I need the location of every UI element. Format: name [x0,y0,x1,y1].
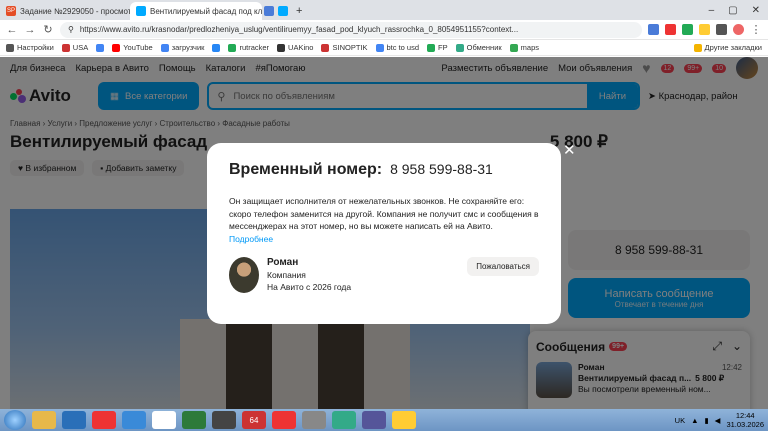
forward-icon[interactable]: → [24,24,36,36]
app-icon[interactable] [62,411,86,429]
profile-icon[interactable] [733,24,744,35]
close-icon[interactable]: ✕ [563,141,576,159]
seller-type: Компания [267,270,306,280]
yandex-icon[interactable] [152,411,176,429]
window-controls: – ▢ ✕ [701,0,768,20]
bookmark[interactable]: maps [509,43,539,52]
bookmark[interactable]: загрузчик [160,43,204,52]
bookmark[interactable] [96,43,105,52]
tab-favicon-icon [264,6,274,16]
bookmark-icon [6,43,14,52]
clock[interactable]: 12:44 31.03.2026 [726,411,764,429]
app8-icon[interactable] [392,411,416,429]
bookmark[interactable] [212,43,221,52]
bookmark-icon [228,43,237,52]
vk-icon [212,43,221,52]
start-button[interactable] [4,410,26,430]
bookmark[interactable]: UAKino [277,43,313,52]
network-icon[interactable] [122,411,146,429]
folder-icon [693,43,702,52]
bookmark-icon [455,43,464,52]
extension-icon[interactable] [716,24,727,35]
app-64-icon[interactable]: 64 [242,411,266,429]
temporary-phone-number[interactable]: 8 958 599-88-31 [390,161,493,177]
youtube-icon [112,43,121,52]
volume-icon[interactable]: ◀ [715,416,721,425]
seller-block: Роман Компания На Авито с 2026 года Пожа… [229,257,539,293]
menu-icon[interactable]: ⋮ [750,23,762,36]
bookmark-folder[interactable]: Другие закладки [693,43,762,52]
bookmark[interactable]: Обменник [455,43,502,52]
system-tray: UK ▲ ▮ ◀ 12:44 31.03.2026 [675,411,764,429]
bookmark[interactable]: FP [427,43,448,52]
extension-icon[interactable] [682,24,693,35]
close-window-icon[interactable]: ✕ [752,5,760,16]
back-icon[interactable]: ← [6,24,18,36]
dialog-title: Временный номер: 8 958 599-88-31 [229,161,493,178]
tab-3[interactable] [262,2,276,20]
bookmark-icon [277,43,286,52]
bookmark[interactable]: rutracker [228,43,269,52]
google-icon [96,43,105,52]
bookmark-icon [427,43,436,52]
extension-icon[interactable] [665,24,676,35]
tray-arrow-icon[interactable]: ▲ [691,416,698,425]
dialog-description: Он защищает исполнителя от нежелательных… [229,196,539,244]
bookmark[interactable]: SINOPTIK [321,43,368,52]
seller-name[interactable]: Роман [267,257,351,269]
taskbar: 64 UK ▲ ▮ ◀ 12:44 31.03.2026 [0,409,768,431]
extension-icon[interactable] [699,24,710,35]
complain-button[interactable]: Пожаловаться [467,257,539,276]
seller-avatar[interactable] [229,257,259,293]
more-link[interactable]: Подробнее [229,234,273,244]
avito-favicon-icon [136,6,146,16]
tab-label: Задание №2929050 - просмотр з [20,6,130,16]
bookmark[interactable]: Настройки [6,43,54,52]
bookmark[interactable]: USA [61,43,88,52]
tab-favicon-icon [278,6,288,16]
tab-4[interactable] [276,2,290,20]
extension-icon[interactable] [648,24,659,35]
app7-icon[interactable] [362,411,386,429]
tab-task[interactable]: SP Задание №2929050 - просмотр з × [0,2,130,20]
maps-icon [509,43,518,52]
url-input[interactable]: ⚲ https://www.avito.ru/krasnodar/predloz… [60,21,642,38]
bookmark[interactable]: btc to usd [375,43,419,52]
app4-icon[interactable] [272,411,296,429]
bookmark-icon [160,43,169,52]
explorer-icon[interactable] [32,411,56,429]
bookmark-icon [321,43,330,52]
site-info-icon[interactable]: ⚲ [68,25,74,34]
temporary-number-dialog: Временный номер: 8 958 599-88-31 Он защи… [207,143,561,324]
address-bar-row: ← → ↻ ⚲ https://www.avito.ru/krasnodar/p… [0,20,768,40]
reload-icon[interactable]: ↻ [42,23,54,36]
sp-favicon-icon: SP [6,6,16,16]
language-indicator[interactable]: UK [675,416,685,425]
app6-icon[interactable] [332,411,356,429]
browser-tab-strip: SP Задание №2929050 - просмотр з × Венти… [0,0,768,20]
tab-avito[interactable]: Вентилируемый фасад под ключ × [130,2,262,20]
url-text: https://www.avito.ru/krasnodar/predlozhe… [79,25,519,34]
bookmark-icon [61,43,70,52]
tab-label: Вентилируемый фасад под ключ [150,6,262,16]
google-icon [375,43,384,52]
app3-icon[interactable] [212,411,236,429]
maximize-icon[interactable]: ▢ [728,5,737,16]
chrome-icon[interactable] [92,411,116,429]
bookmark[interactable]: YouTube [112,43,153,52]
bookmarks-bar: Настройки USA YouTube загрузчик rutracke… [0,40,768,56]
app2-icon[interactable] [182,411,206,429]
seller-since: На Авито с 2026 года [267,282,352,292]
minimize-icon[interactable]: – [709,5,715,16]
network-tray-icon[interactable]: ▮ [705,416,709,425]
new-tab-button[interactable]: + [290,2,304,20]
app5-icon[interactable] [302,411,326,429]
